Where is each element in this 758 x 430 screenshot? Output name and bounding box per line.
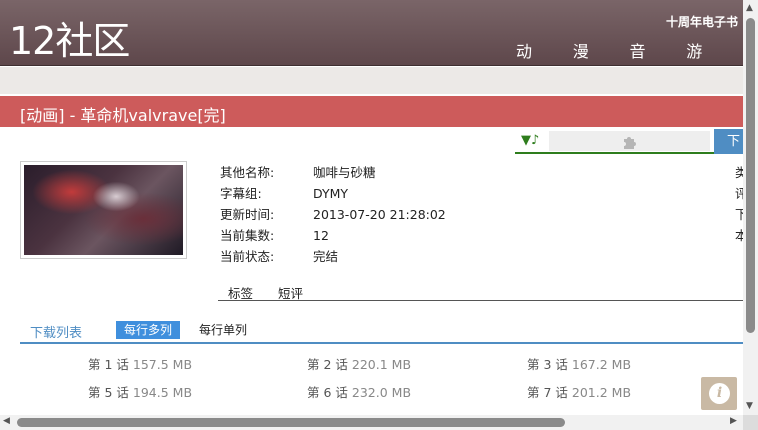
scroll-right-icon[interactable]: ▶	[730, 416, 737, 426]
info-row-subgroup: 字幕组: DYMY	[220, 183, 446, 204]
episode-size: 232.0 MB	[351, 385, 412, 400]
episode-link[interactable]: 第 6 话 232.0 MB	[307, 382, 411, 401]
info-row-status: 当前状态: 完结	[220, 246, 446, 267]
info-value: 12	[313, 228, 329, 243]
page-title: [动画] - 革命机valvrave[完]	[20, 106, 226, 125]
info-value: 2013-07-20 21:28:02	[313, 207, 446, 222]
clipped-label: 评	[735, 186, 743, 201]
horizontal-scrollbar[interactable]: ◀ ▶	[0, 415, 743, 430]
clipped-label: 本	[735, 228, 743, 243]
episode-link[interactable]: 第 5 话 194.5 MB	[88, 382, 192, 401]
episode-size: 194.5 MB	[132, 385, 193, 400]
music-player-strip: ▼♪	[515, 129, 714, 154]
info-value: 完结	[313, 249, 339, 264]
tab-tags[interactable]: 标签	[228, 283, 253, 302]
page-viewport: 12社区 十周年电子书 动画 漫画 音乐 游戏 [动画] - 革命机valvra…	[0, 0, 743, 415]
vertical-scroll-thumb[interactable]	[746, 18, 755, 333]
download-list-title: 下载列表	[30, 326, 83, 341]
mode-single-column-button[interactable]: 每行单列	[199, 321, 247, 339]
episode-link[interactable]: 第 1 话 157.5 MB	[88, 354, 192, 373]
cover-artwork	[24, 165, 183, 255]
episode-label: 第 7 话	[527, 385, 568, 400]
horizontal-scroll-thumb[interactable]	[17, 418, 565, 427]
music-toggle-icon[interactable]: ▼♪	[521, 133, 539, 148]
info-label: 其他名称:	[220, 165, 275, 180]
episode-link[interactable]: 第 3 话 167.2 MB	[527, 354, 631, 373]
anniversary-ebook-link[interactable]: 十周年电子书	[666, 13, 738, 30]
cover-image[interactable]	[20, 161, 187, 259]
sub-navigation-bar	[0, 67, 743, 94]
plugin-placeholder[interactable]	[549, 131, 710, 151]
download-button[interactable]: 下	[714, 129, 743, 154]
detail-tabs: 标签 短评	[218, 283, 743, 301]
puzzle-icon	[621, 131, 639, 150]
info-row-episodes: 当前集数: 12	[220, 225, 446, 246]
info-label: 更新时间:	[220, 207, 275, 222]
scroll-up-icon[interactable]: ▲	[746, 3, 753, 13]
info-label: 字幕组:	[220, 186, 262, 201]
episode-size: 157.5 MB	[132, 357, 193, 372]
episode-label: 第 5 话	[88, 385, 129, 400]
episode-size: 167.2 MB	[571, 357, 632, 372]
title-bar: [动画] - 革命机valvrave[完]	[0, 96, 743, 127]
info-label: 当前状态:	[220, 249, 275, 264]
site-header: 12社区 十周年电子书 动画 漫画 音乐 游戏	[0, 0, 743, 85]
anime-info: 其他名称: 咖啡与砂糖 字幕组: DYMY 更新时间: 2013-07-20 2…	[220, 162, 446, 267]
mode-multi-column-button[interactable]: 每行多列	[116, 321, 181, 339]
episode-label: 第 1 话	[88, 357, 129, 372]
episode-link[interactable]: 第 2 话 220.1 MB	[307, 354, 411, 373]
episode-link[interactable]: 第 7 话 201.2 MB	[527, 382, 631, 401]
info-row-updated: 更新时间: 2013-07-20 21:28:02	[220, 204, 446, 225]
download-list-header: 下载列表 每行多列 每行单列	[20, 320, 743, 344]
info-value[interactable]: DYMY	[313, 183, 348, 204]
site-logo[interactable]: 12社区	[9, 10, 130, 65]
scrollbar-corner	[743, 415, 758, 430]
episode-label: 第 2 话	[307, 357, 348, 372]
clipped-label: 下	[735, 207, 743, 222]
vertical-scrollbar[interactable]: ▲ ▼	[743, 0, 758, 415]
info-icon: i	[709, 383, 730, 404]
scroll-left-icon[interactable]: ◀	[3, 416, 10, 426]
episode-size: 220.1 MB	[351, 357, 412, 372]
info-value: 咖啡与砂糖	[313, 165, 376, 180]
info-row-alt-name: 其他名称: 咖啡与砂糖	[220, 162, 446, 183]
info-floating-button[interactable]: i	[701, 377, 737, 410]
episode-size: 201.2 MB	[571, 385, 632, 400]
episode-label: 第 6 话	[307, 385, 348, 400]
tab-short-reviews[interactable]: 短评	[278, 283, 303, 302]
scroll-down-icon[interactable]: ▼	[746, 401, 753, 411]
clipped-label: 类	[735, 165, 743, 180]
episode-label: 第 3 话	[527, 357, 568, 372]
info-label: 当前集数:	[220, 228, 275, 243]
right-column-clipped: 类 评 下 本	[735, 165, 743, 246]
